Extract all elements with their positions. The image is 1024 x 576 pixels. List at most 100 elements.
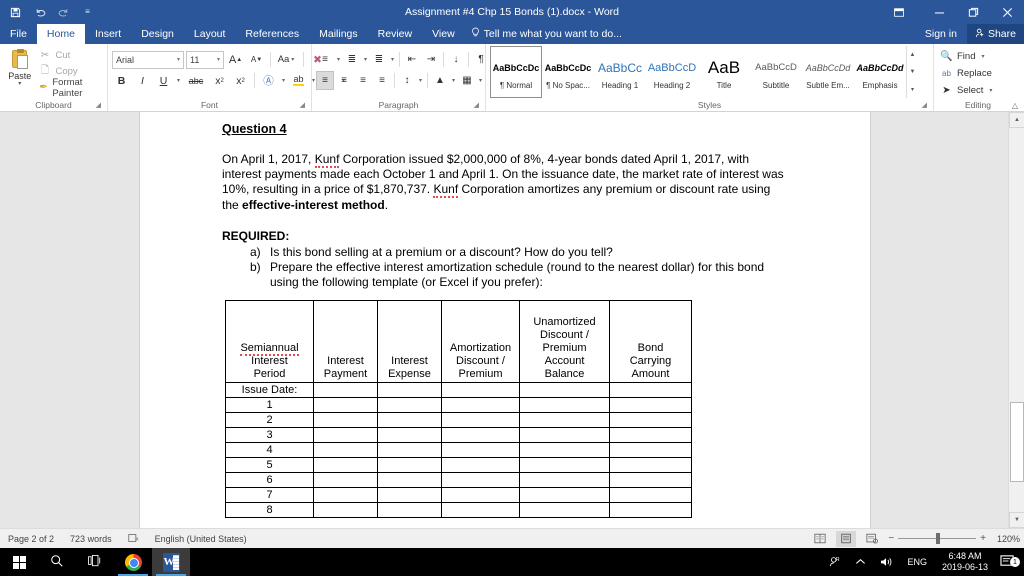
print-layout-view-button[interactable] xyxy=(836,530,857,547)
align-center-icon[interactable]: ≡ xyxy=(335,71,353,90)
cell-period[interactable]: 4 xyxy=(225,442,314,459)
language-indicator[interactable]: ENG xyxy=(900,557,934,567)
cell-unamortized[interactable] xyxy=(519,457,610,474)
cell-unamortized[interactable] xyxy=(519,382,610,399)
clock[interactable]: 6:48 AM 2019-06-13 xyxy=(934,551,996,573)
increase-indent-icon[interactable]: ⇥ xyxy=(422,50,440,69)
zoom-level[interactable]: 120% xyxy=(992,534,1020,544)
decrease-indent-icon[interactable]: ⇤ xyxy=(403,50,421,69)
cell-interest-expense[interactable] xyxy=(377,412,442,429)
amortization-table[interactable]: Semiannual Interest Period Interest Payment… xyxy=(225,300,692,519)
cell-period[interactable]: 8 xyxy=(225,502,314,519)
cell-amortization[interactable] xyxy=(441,397,520,414)
shading-icon[interactable]: ▲ xyxy=(431,71,449,90)
scrollbar-thumb[interactable] xyxy=(1010,402,1024,482)
notifications-button[interactable]: 1 xyxy=(996,554,1024,570)
cell-interest-payment[interactable] xyxy=(313,382,378,399)
font-dialog-launcher-icon[interactable]: ◢ xyxy=(300,101,305,109)
cell-unamortized[interactable] xyxy=(519,442,610,459)
collapse-ribbon-icon[interactable]: △ xyxy=(1012,101,1018,110)
styles-dialog-launcher-icon[interactable]: ◢ xyxy=(922,101,927,109)
text-effects-icon[interactable]: Ⓐ xyxy=(259,71,278,90)
cell-unamortized[interactable] xyxy=(519,472,610,489)
cell-unamortized[interactable] xyxy=(519,397,610,414)
cell-amortization[interactable] xyxy=(441,457,520,474)
tab-home[interactable]: Home xyxy=(36,24,85,44)
table-row[interactable]: 6 xyxy=(225,472,692,489)
numbering-icon[interactable]: ≣ xyxy=(343,50,361,69)
strikethrough-button[interactable]: abc xyxy=(184,71,208,90)
cell-period[interactable]: 3 xyxy=(225,427,314,444)
styles-scroll-up-icon[interactable]: ▲ xyxy=(907,47,918,62)
cell-interest-payment[interactable] xyxy=(313,412,378,429)
table-row[interactable]: 4 xyxy=(225,442,692,459)
ribbon-display-options-icon[interactable] xyxy=(882,0,916,24)
superscript-button[interactable]: x2 xyxy=(231,71,250,90)
cell-carrying[interactable] xyxy=(609,442,692,459)
cell-interest-expense[interactable] xyxy=(377,382,442,399)
undo-icon[interactable] xyxy=(32,4,47,20)
line-spacing-icon[interactable]: ↕ xyxy=(398,71,416,90)
justify-icon[interactable]: ≡ xyxy=(373,71,391,90)
bullets-icon[interactable]: ≡ xyxy=(316,50,334,69)
customize-quick-access-icon[interactable]: ≡ xyxy=(80,4,95,20)
read-mode-view-button[interactable] xyxy=(810,531,830,547)
paste-dropdown-icon[interactable]: ▾ xyxy=(18,81,21,87)
people-icon[interactable]: R xyxy=(822,556,848,568)
page-indicator[interactable]: Page 2 of 2 xyxy=(0,534,62,544)
style-heading-2[interactable]: AaBbCcD Heading 2 xyxy=(646,46,698,98)
cell-interest-payment[interactable] xyxy=(313,457,378,474)
search-button[interactable] xyxy=(38,548,76,576)
align-left-icon[interactable]: ≡ xyxy=(316,71,334,90)
multilevel-list-icon[interactable]: ≣ xyxy=(370,50,388,69)
zoom-thumb[interactable] xyxy=(936,533,941,544)
select-dropdown-icon[interactable]: ▾ xyxy=(987,87,994,94)
cell-unamortized[interactable] xyxy=(519,502,610,519)
tab-review[interactable]: Review xyxy=(368,24,422,44)
zoom-track[interactable] xyxy=(898,533,977,544)
cell-period[interactable]: 7 xyxy=(225,487,314,504)
table-row[interactable]: 5 xyxy=(225,457,692,474)
borders-icon[interactable]: ▦ xyxy=(458,71,476,90)
zoom-in-button[interactable]: + xyxy=(980,533,986,544)
cell-interest-payment[interactable] xyxy=(313,427,378,444)
style-no-spacing[interactable]: AaBbCcDc ¶ No Spac... xyxy=(542,46,594,98)
tab-mailings[interactable]: Mailings xyxy=(309,24,368,44)
word-count[interactable]: 723 words xyxy=(62,534,120,544)
cell-amortization[interactable] xyxy=(441,427,520,444)
replace-button[interactable]: ab Replace xyxy=(938,66,996,81)
table-row[interactable]: 2 xyxy=(225,412,692,429)
cell-carrying[interactable] xyxy=(609,382,692,399)
style-title[interactable]: AaB Title xyxy=(698,46,750,98)
cell-interest-expense[interactable] xyxy=(377,397,442,414)
multilevel-dropdown-icon[interactable]: ▾ xyxy=(389,56,396,63)
tab-view[interactable]: View xyxy=(422,24,465,44)
cell-unamortized[interactable] xyxy=(519,412,610,429)
redo-icon[interactable] xyxy=(56,4,71,20)
table-row[interactable]: 1 xyxy=(225,397,692,414)
sort-icon[interactable]: ↓ xyxy=(447,50,465,69)
format-painter-button[interactable]: ✒ Format Painter xyxy=(35,77,103,99)
text-effects-dropdown-icon[interactable]: ▾ xyxy=(280,77,287,84)
cell-amortization[interactable] xyxy=(441,382,520,399)
tab-file[interactable]: File xyxy=(0,24,37,44)
cell-interest-expense[interactable] xyxy=(377,487,442,504)
cell-unamortized[interactable] xyxy=(519,427,610,444)
taskbar-app-chrome[interactable] xyxy=(114,548,152,576)
cell-carrying[interactable] xyxy=(609,427,692,444)
styles-more-icon[interactable]: ▾ xyxy=(907,82,918,97)
zoom-slider[interactable]: − + xyxy=(888,533,986,544)
paragraph-dialog-launcher-icon[interactable]: ◢ xyxy=(474,101,479,109)
select-button[interactable]: ➤ Select ▾ xyxy=(938,83,996,98)
cell-period[interactable]: 6 xyxy=(225,472,314,489)
align-right-icon[interactable]: ≡ xyxy=(354,71,372,90)
cell-period[interactable]: Issue Date: xyxy=(225,382,314,399)
cell-carrying[interactable] xyxy=(609,502,692,519)
close-button[interactable] xyxy=(990,0,1024,24)
table-row[interactable]: 3 xyxy=(225,427,692,444)
cell-carrying[interactable] xyxy=(609,412,692,429)
cell-amortization[interactable] xyxy=(441,442,520,459)
minimize-button[interactable] xyxy=(922,0,956,24)
cell-carrying[interactable] xyxy=(609,457,692,474)
tab-insert[interactable]: Insert xyxy=(85,24,131,44)
